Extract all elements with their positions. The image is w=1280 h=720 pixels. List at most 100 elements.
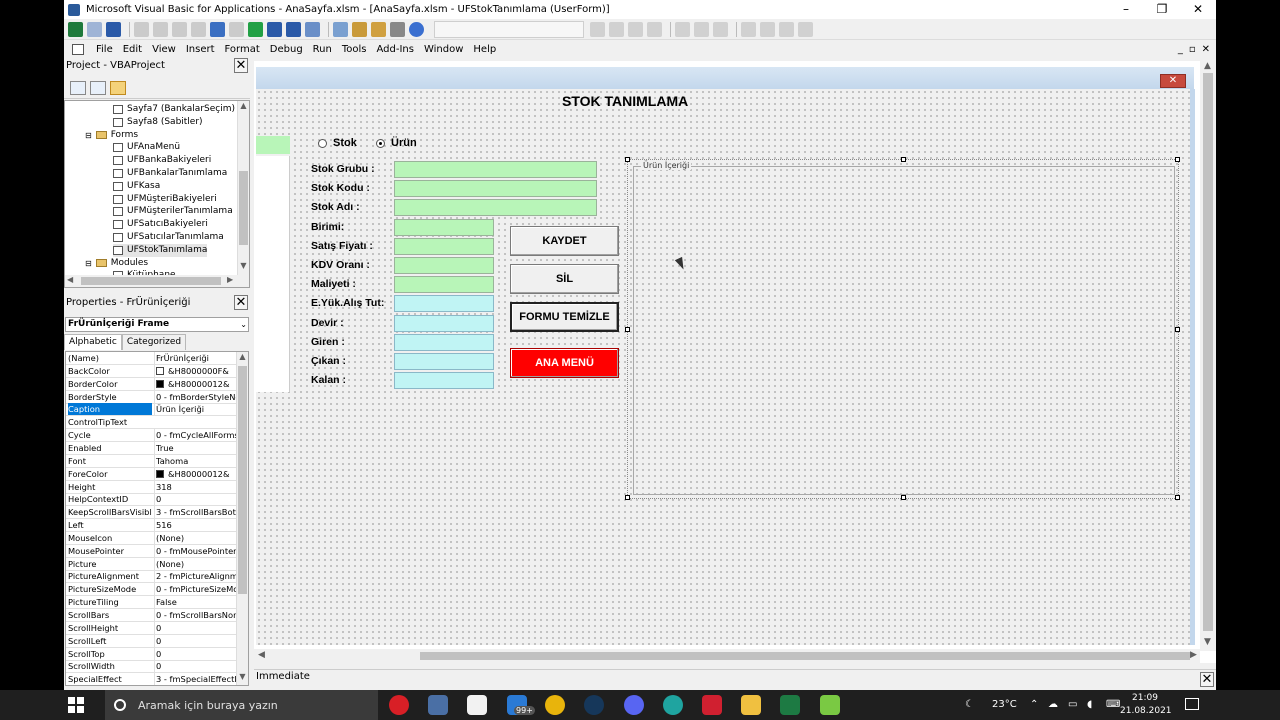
field-textbox[interactable] (394, 257, 494, 274)
resize-handle[interactable] (901, 157, 906, 162)
file-explorer-icon[interactable] (741, 695, 761, 715)
property-row[interactable]: Enabled True (66, 441, 238, 455)
undo-icon[interactable] (210, 21, 225, 37)
tree-folder[interactable]: ⊟ Forms (85, 129, 138, 142)
scroll-up-icon[interactable]: ▲ (1204, 61, 1211, 71)
tree-item[interactable]: UFBankaBakiyeleri (113, 154, 211, 167)
property-row[interactable]: KeepScrollBarsVisible 3 - fmScrollBarsBot… (66, 506, 238, 520)
scroll-up-icon[interactable]: ▲ (238, 101, 249, 110)
property-value[interactable]: 3 - fmSpecialEffectE (154, 673, 238, 685)
property-row[interactable]: ControlTipText (66, 416, 238, 430)
indent-icon[interactable] (590, 21, 605, 37)
object-browser-icon[interactable] (371, 21, 386, 37)
property-value[interactable]: 0 - fmCycleAllForms (154, 429, 238, 442)
resize-handle[interactable] (901, 495, 906, 500)
excel-icon[interactable] (780, 695, 800, 715)
temperature[interactable]: 23°C (992, 690, 1017, 720)
app-icon[interactable] (702, 695, 722, 715)
tree-item[interactable]: UFStokTanımlama (113, 243, 208, 257)
mdi-minimize-button[interactable]: _ (1178, 44, 1183, 55)
project-pane-close-button[interactable]: ✕ (234, 58, 248, 73)
discord-icon[interactable] (624, 695, 644, 715)
resize-handle[interactable] (625, 327, 630, 332)
property-value[interactable]: &H80000012& (154, 377, 238, 390)
send-back-icon[interactable] (760, 21, 775, 37)
run-icon[interactable] (248, 21, 263, 37)
scrollbar-thumb[interactable] (81, 277, 221, 285)
chevron-down-icon[interactable]: ⌄ (240, 318, 247, 331)
properties-window-icon[interactable] (352, 21, 367, 37)
scroll-up-icon[interactable]: ▲ (237, 352, 248, 361)
align-left-icon[interactable] (675, 21, 690, 37)
moon-weather-icon[interactable]: ☾ (965, 690, 974, 720)
property-value[interactable]: 0 (154, 493, 238, 506)
project-explorer-icon[interactable] (333, 21, 348, 37)
menu-window[interactable]: Window (424, 44, 463, 55)
group-icon[interactable] (779, 21, 794, 37)
radio-urun[interactable]: Ürün (376, 137, 417, 149)
align-right-icon[interactable] (713, 21, 728, 37)
field-textbox[interactable] (394, 333, 494, 351)
property-row[interactable]: MouseIcon (None) (66, 531, 238, 545)
tree-item[interactable]: UFSatıcılarTanımlama (113, 231, 224, 244)
property-row[interactable]: Cycle 0 - fmCycleAllForms (66, 429, 238, 443)
scrollbar-thumb[interactable] (1203, 73, 1213, 631)
align-center-icon[interactable] (694, 21, 709, 37)
menu-format[interactable]: Format (225, 44, 260, 55)
view-code-icon[interactable] (70, 80, 86, 95)
property-row[interactable]: PictureSizeMode 0 - fmPictureSizeMo (66, 583, 238, 597)
property-value[interactable]: 2 - fmPictureAlignme (154, 570, 238, 583)
language-icon[interactable]: ⌨ (1106, 690, 1120, 720)
menu-run[interactable]: Run (313, 44, 332, 55)
property-row[interactable]: Caption Ürün İçeriği (66, 403, 238, 417)
insert-userform-icon[interactable] (87, 21, 102, 37)
find-icon[interactable] (191, 21, 206, 37)
steam-icon[interactable] (584, 695, 604, 715)
resize-handle[interactable] (1175, 157, 1180, 162)
userform-close-button[interactable]: ✕ (1160, 74, 1186, 88)
property-value[interactable]: (None) (154, 531, 238, 544)
property-row[interactable]: ScrollTop 0 (66, 647, 238, 661)
cloud-icon[interactable]: ☁ (1048, 690, 1058, 720)
help-icon[interactable] (409, 21, 424, 37)
resize-handle[interactable] (625, 495, 630, 500)
menu-file[interactable]: File (96, 44, 113, 55)
collapse-icon[interactable]: ⊟ (85, 257, 92, 270)
maximize-button[interactable]: ❐ (1144, 0, 1180, 19)
field-textbox[interactable] (394, 372, 494, 390)
property-row[interactable]: ScrollBars 0 - fmScrollBarsNone (66, 609, 238, 622)
immediate-close-button[interactable]: ✕ (1200, 672, 1214, 687)
property-row[interactable]: (Name) FrÜrünİçeriği (66, 352, 238, 365)
save-icon[interactable] (106, 21, 121, 37)
ana-menu-button[interactable]: ANA MENÜ (510, 348, 619, 378)
formu-temizle-button[interactable]: FORMU TEMİZLE (510, 302, 619, 332)
urun-icerigi-frame[interactable]: Ürün İçeriği (625, 157, 1180, 500)
menu-insert[interactable]: Insert (186, 44, 215, 55)
property-value[interactable]: (None) (154, 557, 238, 570)
tree-horizontal-scrollbar[interactable]: ◀ ▶ (65, 275, 239, 287)
properties-vertical-scrollbar[interactable]: ▲ ▼ (236, 352, 248, 685)
property-row[interactable]: SpecialEffect 3 - fmSpecialEffectE (66, 673, 238, 685)
userform-body[interactable]: STOK TANIMLAMA Stok Ürün Stok Grubu : Sto… (256, 89, 1190, 645)
toolbar-location-combo[interactable] (434, 20, 584, 38)
property-value[interactable]: 318 (154, 480, 238, 493)
designer-vertical-scrollbar[interactable]: ▲ ▼ (1200, 61, 1216, 651)
paste-icon[interactable] (172, 21, 187, 37)
scroll-right-icon[interactable]: ▶ (227, 275, 233, 284)
menu-edit[interactable]: Edit (123, 44, 142, 55)
scroll-left-icon[interactable]: ◀ (258, 650, 265, 660)
property-row[interactable]: MousePointer 0 - fmMousePointerD (66, 544, 238, 558)
scrollbar-thumb[interactable] (239, 171, 248, 245)
immediate-window[interactable]: Immediate ✕ (254, 669, 1216, 690)
property-value[interactable]: Ürün İçeriği (154, 403, 238, 416)
property-value[interactable]: 0 - fmScrollBarsNone (154, 609, 238, 621)
property-row[interactable]: ForeColor &H80000012& (66, 467, 238, 481)
property-value[interactable]: True (154, 441, 238, 454)
chrome-icon[interactable] (545, 695, 565, 715)
field-textbox[interactable] (394, 295, 494, 313)
property-value[interactable]: &H80000012& (154, 467, 238, 480)
property-value[interactable]: 516 (154, 519, 238, 532)
mdi-close-button[interactable]: ✕ (1202, 44, 1210, 55)
menu-debug[interactable]: Debug (270, 44, 303, 55)
resize-handle[interactable] (1175, 495, 1180, 500)
